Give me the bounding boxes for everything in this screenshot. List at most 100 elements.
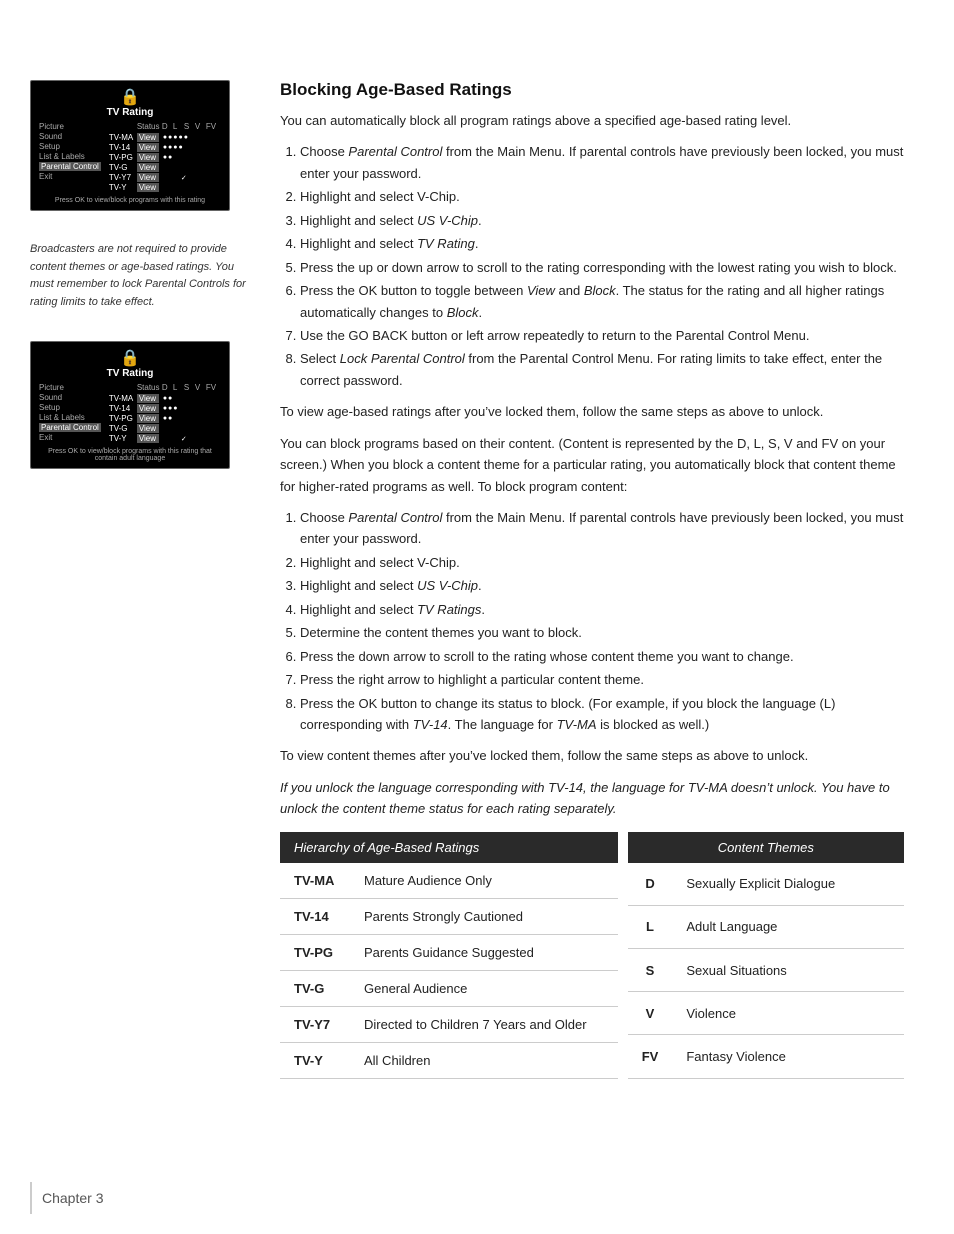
content-theme-desc: Violence (672, 992, 904, 1035)
age-table-header: Hierarchy of Age-Based Ratings (280, 832, 618, 863)
menu-list-labels: List & Labels (39, 152, 101, 161)
main-content: Blocking Age-Based Ratings You can autom… (270, 80, 954, 1174)
tv-rating-footer-1: Press OK to view/block programs with thi… (39, 197, 221, 204)
menu2-sound: Sound (39, 393, 101, 402)
menu-picture: Picture (39, 122, 101, 131)
content-theme-row: LAdult Language (628, 905, 904, 948)
content-theme-code: FV (628, 1035, 673, 1078)
tv-rating-screenshot-1: 🔒 TV Rating Picture Sound Setup List & L… (30, 80, 230, 211)
tv-rating-screenshot-2: 🔒 TV Rating Picture Sound Setup List & L… (30, 341, 230, 469)
menu2-picture: Picture (39, 383, 101, 392)
section-title: Blocking Age-Based Ratings (280, 80, 904, 100)
step-8: Select Lock Parental Control from the Pa… (300, 348, 904, 391)
r2-tvma: TV-MA View ●● (109, 394, 221, 403)
age-rating-row: TV-GGeneral Audience (280, 970, 618, 1006)
lock-icon-2: 🔒 (39, 348, 221, 368)
age-rating-code: TV-Y7 (280, 1006, 350, 1042)
content-table-header: Content Themes (628, 832, 904, 863)
content-theme-code: L (628, 905, 673, 948)
age-ratings-body: TV-MAMature Audience OnlyTV-14Parents St… (280, 863, 618, 1079)
step-7: Use the GO BACK button or left arrow rep… (300, 325, 904, 346)
left-sidebar: 🔒 TV Rating Picture Sound Setup List & L… (0, 80, 270, 1174)
rating-row-tvg: TV-G View (109, 163, 221, 172)
view-note-1: To view age-based ratings after you’ve l… (280, 401, 904, 422)
sidebar-broadcaster-note: Broadcasters are not required to provide… (30, 241, 250, 311)
content-theme-row: SSexual Situations (628, 949, 904, 992)
content-theme-row: FVFantasy Violence (628, 1035, 904, 1078)
step-5: Press the up or down arrow to scroll to … (300, 257, 904, 278)
ratings-table-2: Status D L S V FV TV-MA View ●● TV-14 (109, 383, 221, 444)
age-rating-row: TV-14Parents Strongly Cautioned (280, 898, 618, 934)
age-rating-desc: Directed to Children 7 Years and Older (350, 1006, 618, 1042)
age-rating-desc: Parents Guidance Suggested (350, 934, 618, 970)
age-rating-row: TV-YAll Children (280, 1042, 618, 1078)
tv-rating-title-2: TV Rating (39, 368, 221, 379)
chapter-footer: Chapter 3 (30, 1182, 103, 1214)
unlock-italic-note: If you unlock the language corresponding… (280, 777, 904, 820)
rating-row-tvy7: TV-Y7 View ✓ (109, 173, 221, 182)
c-step-3: Highlight and select US V-Chip. (300, 575, 904, 596)
footer-divider (30, 1182, 32, 1214)
content-theme-row: VViolence (628, 992, 904, 1035)
step-6: Press the OK button to toggle between Vi… (300, 280, 904, 323)
menu-exit: Exit (39, 172, 101, 181)
c-step-2: Highlight and select V-Chip. (300, 552, 904, 573)
content-theme-code: S (628, 949, 673, 992)
age-rating-desc: Parents Strongly Cautioned (350, 898, 618, 934)
step-1: Choose Parental Control from the Main Me… (300, 141, 904, 184)
c-step-5: Determine the content themes you want to… (300, 622, 904, 643)
content-theme-desc: Adult Language (672, 905, 904, 948)
menu-list-1: Picture Sound Setup List & Labels Parent… (39, 122, 101, 193)
age-rating-desc: Mature Audience Only (350, 863, 618, 899)
content-theme-row: DSexually Explicit Dialogue (628, 863, 904, 906)
intro-paragraph: You can automatically block all program … (280, 110, 904, 131)
age-rating-row: TV-MAMature Audience Only (280, 863, 618, 899)
step-3: Highlight and select US V-Chip. (300, 210, 904, 231)
menu2-parental-control: Parental Control (39, 423, 101, 432)
table-header-row: Status D L S V FV (109, 122, 221, 131)
lock-icon: 🔒 (39, 87, 221, 107)
menu-setup: Setup (39, 142, 101, 151)
age-rating-desc: General Audience (350, 970, 618, 1006)
r2-tv14: TV-14 View ●●● (109, 404, 221, 413)
tv-rating-footer-2: Press OK to view/block programs with thi… (39, 448, 221, 462)
content-theme-desc: Sexually Explicit Dialogue (672, 863, 904, 906)
c-step-4: Highlight and select TV Ratings. (300, 599, 904, 620)
c-step-6: Press the down arrow to scroll to the ra… (300, 646, 904, 667)
rating-tables-wrapper: Hierarchy of Age-Based Ratings TV-MAMatu… (280, 832, 904, 1079)
step-4: Highlight and select TV Rating. (300, 233, 904, 254)
content-theme-code: D (628, 863, 673, 906)
menu-sound: Sound (39, 132, 101, 141)
step-2: Highlight and select V-Chip. (300, 186, 904, 207)
rating-row-tvma: TV-MA View ●●●●● (109, 133, 221, 142)
content-block-intro: You can block programs based on their co… (280, 433, 904, 497)
steps-age-based-list: Choose Parental Control from the Main Me… (300, 141, 904, 391)
menu-list-2: Picture Sound Setup List & Labels Parent… (39, 383, 101, 444)
r2-tvpg: TV-PG View ●● (109, 414, 221, 423)
age-rating-code: TV-G (280, 970, 350, 1006)
r2-tvg: TV-G View (109, 424, 221, 433)
menu2-setup: Setup (39, 403, 101, 412)
age-based-ratings-table: Hierarchy of Age-Based Ratings TV-MAMatu… (280, 832, 618, 1079)
c-step-8: Press the OK button to change its status… (300, 693, 904, 736)
age-rating-row: TV-Y7Directed to Children 7 Years and Ol… (280, 1006, 618, 1042)
rating-row-tvpg: TV-PG View ●● (109, 153, 221, 162)
ratings-table-1: Status D L S V FV TV-MA View ●●●●● TV-14 (109, 122, 221, 193)
menu2-list-labels: List & Labels (39, 413, 101, 422)
c-step-1: Choose Parental Control from the Main Me… (300, 507, 904, 550)
age-rating-code: TV-PG (280, 934, 350, 970)
content-themes-table: Content Themes DSexually Explicit Dialog… (628, 832, 904, 1079)
r2-tvy: TV-Y View ✓ (109, 434, 221, 443)
age-rating-code: TV-14 (280, 898, 350, 934)
view-note-2: To view content themes after you’ve lock… (280, 745, 904, 766)
content-themes-body: DSexually Explicit DialogueLAdult Langua… (628, 863, 904, 1079)
age-rating-code: TV-MA (280, 863, 350, 899)
steps-content-list: Choose Parental Control from the Main Me… (300, 507, 904, 735)
menu-parental-control: Parental Control (39, 162, 101, 171)
rating-row-tvy: TV-Y View (109, 183, 221, 192)
chapter-label: Chapter 3 (42, 1190, 103, 1206)
content-theme-desc: Fantasy Violence (672, 1035, 904, 1078)
menu2-exit: Exit (39, 433, 101, 442)
content-theme-desc: Sexual Situations (672, 949, 904, 992)
table-header-row-2: Status D L S V FV (109, 383, 221, 392)
